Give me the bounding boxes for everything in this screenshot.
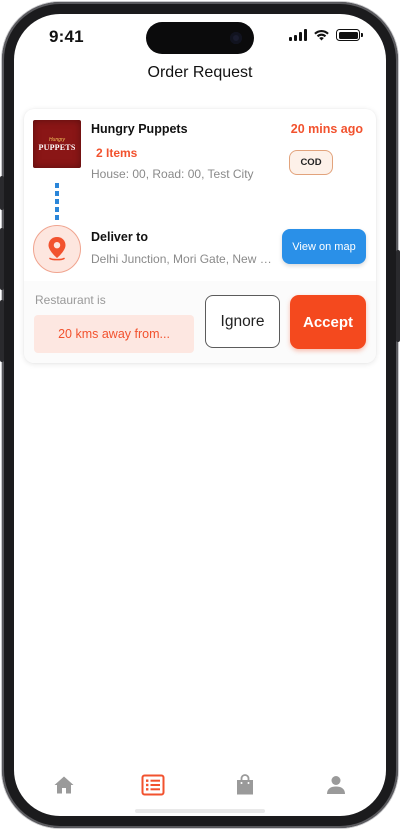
distance-pill: 20 kms away from... bbox=[34, 315, 194, 353]
phone-volume-up bbox=[0, 228, 4, 290]
shopping-bag-icon bbox=[237, 774, 253, 795]
pickup-address: House: 00, Road: 00, Test City bbox=[91, 167, 254, 181]
phone-volume-down bbox=[0, 300, 4, 362]
wifi-icon bbox=[314, 30, 329, 41]
cellular-signal-icon bbox=[289, 29, 307, 41]
logo-text-big: PUPPETS bbox=[38, 142, 76, 152]
location-pin-icon bbox=[48, 237, 66, 261]
nav-orders[interactable] bbox=[138, 770, 168, 800]
items-count: 2 Items bbox=[96, 146, 138, 160]
restaurant-name: Hungry Puppets bbox=[91, 122, 188, 136]
home-indicator[interactable] bbox=[135, 809, 265, 813]
location-pin-badge bbox=[33, 225, 81, 273]
phone-power-button bbox=[396, 250, 400, 342]
page-title: Order Request bbox=[147, 64, 253, 81]
app-screen: 9:41 Order Request Hungry PUPPETS Hungry… bbox=[14, 14, 386, 816]
status-icons bbox=[289, 29, 363, 41]
deliver-to-label: Deliver to bbox=[91, 230, 148, 244]
payment-method-badge: COD bbox=[289, 150, 333, 175]
battery-icon bbox=[336, 29, 363, 41]
nav-profile[interactable] bbox=[321, 770, 351, 800]
nav-home[interactable] bbox=[49, 770, 79, 800]
dynamic-island bbox=[146, 22, 254, 54]
order-time-ago: 20 mins ago bbox=[290, 122, 363, 136]
bottom-navigation bbox=[14, 770, 386, 806]
order-list-icon bbox=[141, 774, 165, 796]
order-request-card[interactable]: Hungry PUPPETS Hungry Puppets 20 mins ag… bbox=[24, 109, 376, 363]
route-dotted-line bbox=[55, 183, 59, 221]
delivery-address: Delhi Junction, Mori Gate, New Delhi bbox=[91, 252, 279, 266]
distance-caption: Restaurant is bbox=[35, 293, 106, 307]
view-on-map-button[interactable]: View on map bbox=[282, 229, 366, 264]
accept-button[interactable]: Accept bbox=[290, 295, 366, 349]
nav-bag[interactable] bbox=[230, 770, 260, 800]
front-camera bbox=[230, 32, 242, 44]
ignore-button[interactable]: Ignore bbox=[205, 295, 280, 348]
phone-silent-switch bbox=[0, 176, 4, 210]
status-time: 9:41 bbox=[49, 27, 84, 46]
profile-icon bbox=[327, 776, 345, 794]
restaurant-logo: Hungry PUPPETS bbox=[33, 120, 81, 168]
status-bar: 9:41 bbox=[14, 14, 386, 62]
home-icon bbox=[54, 776, 74, 794]
